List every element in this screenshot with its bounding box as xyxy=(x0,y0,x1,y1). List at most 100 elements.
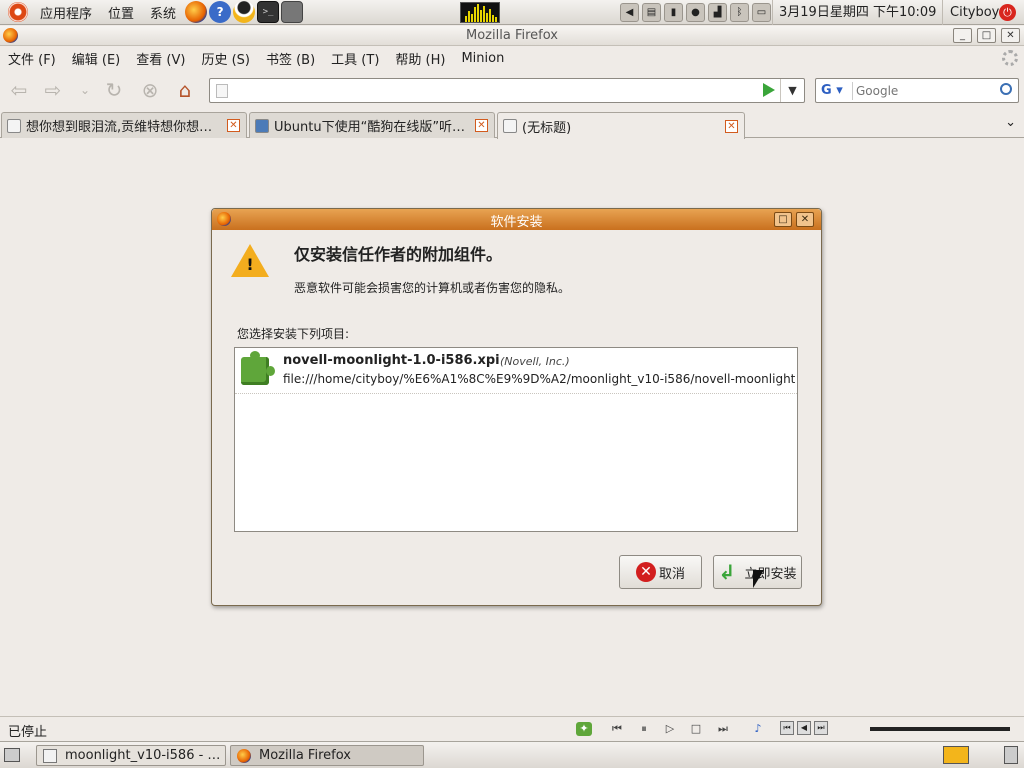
menu-system[interactable]: 系统 xyxy=(150,3,176,22)
dialog-heading: 仅安装信任作者的附加组件。 xyxy=(294,245,503,264)
system-tray: ◀ ▤ ▮ ● ▟ ᛒ ▭ xyxy=(620,3,771,22)
addon-name: novell-moonlight-1.0-i586.xpi xyxy=(283,353,500,368)
system-monitor-graph[interactable] xyxy=(460,2,500,23)
close-tab-icon[interactable]: ✕ xyxy=(227,119,240,132)
stop-media-icon[interactable]: □ xyxy=(688,722,704,736)
taskbar-item-firefox[interactable]: Mozilla Firefox xyxy=(230,745,424,766)
menu-edit[interactable]: 编辑 (E) xyxy=(64,49,129,68)
dialog-title: 软件安装 xyxy=(490,215,543,230)
trash-icon[interactable] xyxy=(1004,746,1018,764)
close-tab-icon[interactable]: ✕ xyxy=(475,119,488,132)
cancel-button[interactable]: ✕ 取消 xyxy=(619,555,702,589)
small-prev-icon[interactable]: ⏮ xyxy=(780,721,794,735)
signal-icon[interactable]: ▟ xyxy=(708,3,727,22)
terminal-launcher-icon[interactable]: >_ xyxy=(257,1,280,23)
page-icon xyxy=(503,119,517,133)
cancel-label: 取消 xyxy=(658,566,685,582)
system-monitor-icon[interactable]: ▤ xyxy=(642,3,661,22)
shutdown-icon[interactable]: ⏻ xyxy=(999,4,1016,21)
addon-puzzle-icon xyxy=(241,351,275,385)
menu-help[interactable]: 帮助 (H) xyxy=(387,49,453,68)
play-icon[interactable]: ▷ xyxy=(662,722,678,736)
taskbar-item-moonlight[interactable]: moonlight_v10-i586 - … xyxy=(36,745,226,766)
list-item[interactable]: novell-moonlight-1.0-i586.xpi (Novell, I… xyxy=(235,348,797,394)
bottom-panel: moonlight_v10-i586 - … Mozilla Firefox xyxy=(0,741,1024,768)
menu-file[interactable]: 文件 (F) xyxy=(0,49,64,68)
cancel-icon: ✕ xyxy=(635,562,656,582)
url-input[interactable] xyxy=(234,81,754,100)
minimize-button[interactable]: _ xyxy=(953,28,972,43)
addon-status-icon[interactable]: ✦ xyxy=(576,722,592,736)
close-tab-icon[interactable]: ✕ xyxy=(725,119,738,133)
music-note-icon[interactable]: ♪ xyxy=(750,722,766,736)
workspace-switcher-icon[interactable] xyxy=(943,746,969,764)
maximize-button[interactable]: □ xyxy=(977,28,996,43)
history-dropdown-icon[interactable]: ⌄ xyxy=(72,77,98,103)
menu-applications[interactable]: 应用程序 xyxy=(40,3,92,22)
window-titlebar[interactable]: Mozilla Firefox _ □ ✕ xyxy=(0,26,1024,46)
url-bar[interactable]: ▼ xyxy=(209,78,805,103)
install-arrow-icon: ↲ xyxy=(718,560,736,584)
home-icon[interactable]: ⌂ xyxy=(172,77,198,103)
page-icon xyxy=(7,118,21,133)
show-desktop-icon[interactable] xyxy=(4,748,20,762)
seek-slider[interactable] xyxy=(870,727,1010,731)
tab-1[interactable]: 想你想到眼泪流,贡维特想你想… ✕ xyxy=(1,112,247,138)
firefox-launcher-icon[interactable] xyxy=(185,1,208,23)
firefox-task-icon xyxy=(237,748,251,763)
forward-arrow-icon[interactable]: ⇨ xyxy=(40,77,66,103)
menu-history[interactable]: 历史 (S) xyxy=(193,49,258,68)
next-track-icon[interactable]: ⏭ xyxy=(715,722,731,736)
network-icon[interactable]: ▮ xyxy=(664,3,683,22)
install-item-list[interactable]: novell-moonlight-1.0-i586.xpi (Novell, I… xyxy=(234,347,798,532)
status-bar: 已停止 ✦ ⏮ ⏸ ▷ □ ⏭ ♪ ⏮ ◀ ⏭ xyxy=(0,716,1024,740)
tab-3[interactable]: (无标题) ✕ xyxy=(497,112,745,139)
small-back-icon[interactable]: ◀ xyxy=(797,721,811,735)
search-engine-selector[interactable]: G ▾ xyxy=(819,82,853,100)
taskbar-label: moonlight_v10-i586 - … xyxy=(65,748,221,763)
qq-launcher-icon[interactable] xyxy=(233,1,256,23)
previous-track-icon[interactable]: ⏮ xyxy=(609,722,625,736)
url-dropdown-icon[interactable]: ▼ xyxy=(780,79,804,102)
google-logo-icon: G xyxy=(821,83,832,98)
help-launcher-icon[interactable]: ? xyxy=(209,1,232,23)
volume-icon[interactable]: ◀ xyxy=(620,3,639,22)
file-manager-icon xyxy=(43,748,57,763)
user-switcher[interactable]: Cityboy xyxy=(944,0,1005,25)
bluetooth-icon[interactable]: ᛒ xyxy=(730,3,749,22)
stop-icon[interactable]: ⊗ xyxy=(137,77,163,103)
menu-places[interactable]: 位置 xyxy=(108,3,134,22)
page-icon xyxy=(216,84,228,98)
addon-url: file:///home/cityboy/%E6%A1%8C%E9%9D%A2/… xyxy=(283,372,795,386)
menu-minion[interactable]: Minion xyxy=(453,51,512,66)
back-arrow-icon[interactable]: ⇦ xyxy=(6,77,32,103)
dialog-titlebar[interactable]: 软件安装 □ ✕ xyxy=(212,209,821,230)
menubar: 文件 (F) 编辑 (E) 查看 (V) 历史 (S) 书签 (B) 工具 (T… xyxy=(0,47,1024,69)
dialog-maximize-button[interactable]: □ xyxy=(774,212,792,227)
pause-icon[interactable]: ⏸ xyxy=(636,722,652,736)
mouse-cursor-icon xyxy=(753,570,764,588)
qq-tray-icon[interactable]: ● xyxy=(686,3,705,22)
tab-2[interactable]: Ubuntu下使用“酷狗在线版”听… ✕ xyxy=(249,112,495,138)
screenshot-launcher-icon[interactable] xyxy=(281,1,304,23)
addon-author: (Novell, Inc.) xyxy=(500,355,570,368)
search-icon[interactable] xyxy=(1000,83,1012,95)
close-window-button[interactable]: ✕ xyxy=(1001,28,1020,43)
reload-icon[interactable]: ↻ xyxy=(101,77,127,103)
tab-label: 想你想到眼泪流,贡维特想你想… xyxy=(26,120,213,135)
warning-exclamation-icon: ! xyxy=(246,255,254,274)
dialog-close-button[interactable]: ✕ xyxy=(796,212,814,227)
clock[interactable]: 3月19日星期四 下午10:09 xyxy=(772,0,944,25)
menu-view[interactable]: 查看 (V) xyxy=(128,49,193,68)
ubuntu-logo-icon xyxy=(8,2,28,22)
menu-bookmarks[interactable]: 书签 (B) xyxy=(258,49,323,68)
taskbar-label: Mozilla Firefox xyxy=(259,748,351,763)
menu-tools[interactable]: 工具 (T) xyxy=(323,49,387,68)
small-next-icon[interactable]: ⏭ xyxy=(814,721,828,735)
search-input[interactable] xyxy=(856,81,996,100)
go-arrow-icon[interactable] xyxy=(763,83,775,97)
search-bar[interactable]: G ▾ xyxy=(815,78,1019,103)
applications-menu[interactable]: 应用程序 xyxy=(0,0,100,25)
printer-icon[interactable]: ▭ xyxy=(752,3,771,22)
tab-list-chevron-icon[interactable]: ⌄ xyxy=(1005,115,1016,130)
